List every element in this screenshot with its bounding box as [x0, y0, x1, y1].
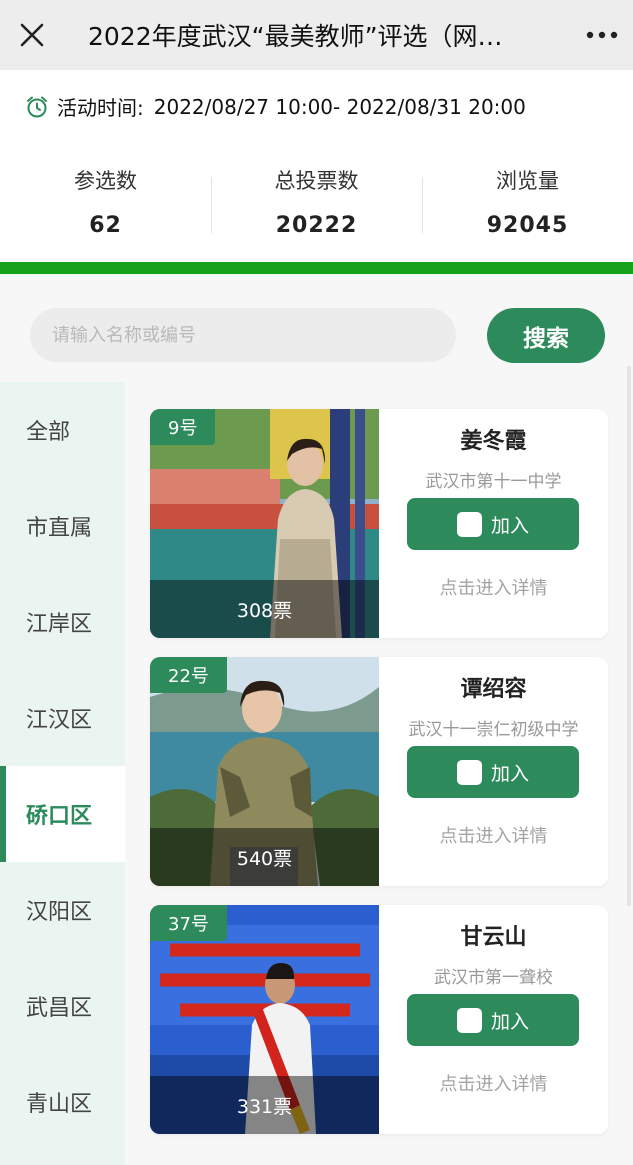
candidate-school: 武汉市第十一中学 [425, 472, 562, 492]
view-details-link[interactable]: 点击进入详情 [379, 1070, 608, 1096]
candidate-vote-count: 308票 [150, 580, 379, 638]
sidebar-item-jiangan[interactable]: 江岸区 [0, 574, 125, 670]
sidebar-item-all[interactable]: 全部 [0, 382, 125, 478]
more-menu-button[interactable] [571, 0, 633, 70]
checkbox-icon [456, 759, 482, 785]
stat-label: 参选数 [74, 169, 137, 193]
activity-time-label: 活动时间: [57, 96, 144, 120]
candidate-vote-count: 540票 [150, 828, 379, 886]
candidate-info: 姜冬霞 武汉市第十一中学 加入 点击进入详情 [379, 409, 608, 638]
join-label: 加入 [490, 1010, 529, 1033]
candidate-vote-count: 331票 [150, 1076, 379, 1134]
candidate-number-badge: 9号 [150, 409, 216, 445]
activity-time-row: 活动时间: 2022/08/27 10:00- 2022/08/31 20:00 [25, 92, 526, 121]
alarm-clock-icon [25, 95, 49, 119]
title-bar: 2022年度武汉“最美教师”评选（网… [0, 0, 633, 70]
close-button[interactable] [0, 0, 64, 70]
checkbox-icon [456, 511, 482, 537]
district-sidebar: 全部 市直属 江岸区 江汉区 硚口区 汉阳区 武昌区 青山区 [0, 382, 125, 1165]
candidate-number-badge: 37号 [150, 905, 227, 941]
candidate-card[interactable]: 22号 540票 谭绍容 武汉十一崇仁初级中学 加入 点击进入详情 [150, 657, 608, 886]
activity-header: 活动时间: 2022/08/27 10:00- 2022/08/31 20:00… [0, 70, 633, 262]
join-button[interactable]: 加入 [407, 994, 579, 1046]
sidebar-item-hanyang[interactable]: 汉阳区 [0, 862, 125, 958]
checkbox-icon [456, 1007, 482, 1033]
candidate-list: 9号 308票 姜冬霞 武汉市第十一中学 加入 点击进入详情 22号 540票 … [125, 382, 633, 1165]
sidebar-item-qiaokou[interactable]: 硚口区 [0, 766, 125, 862]
candidate-name: 甘云山 [460, 925, 527, 950]
stat-value: 62 [89, 213, 122, 238]
candidate-info: 谭绍容 武汉十一崇仁初级中学 加入 点击进入详情 [379, 657, 608, 886]
stat-label: 浏览量 [496, 169, 559, 193]
candidate-card[interactable]: 9号 308票 姜冬霞 武汉市第十一中学 加入 点击进入详情 [150, 409, 608, 638]
activity-time-value: 2022/08/27 10:00- 2022/08/31 20:00 [153, 94, 526, 119]
candidate-name: 姜冬霞 [460, 429, 527, 454]
stat-label: 总投票数 [274, 169, 359, 193]
stat-candidates: 参选数 62 [0, 165, 211, 238]
candidate-number-badge: 22号 [150, 657, 227, 693]
sidebar-item-city-direct[interactable]: 市直属 [0, 478, 125, 574]
candidate-photo[interactable]: 9号 308票 [150, 409, 379, 638]
stat-page-views: 浏览量 92045 [422, 165, 633, 238]
join-button[interactable]: 加入 [407, 498, 579, 550]
candidate-info: 甘云山 武汉市第一聋校 加入 点击进入详情 [379, 905, 608, 1134]
candidate-card[interactable]: 37号 331票 甘云山 武汉市第一聋校 加入 点击进入详情 [150, 905, 608, 1134]
join-label: 加入 [490, 514, 529, 537]
candidate-photo[interactable]: 37号 331票 [150, 905, 379, 1134]
candidate-name: 谭绍容 [460, 677, 527, 702]
join-button[interactable]: 加入 [407, 746, 579, 798]
candidate-photo[interactable]: 22号 540票 [150, 657, 379, 886]
sidebar-item-qingshan[interactable]: 青山区 [0, 1054, 125, 1150]
candidate-school: 武汉十一崇仁初级中学 [408, 720, 579, 740]
stat-value: 20222 [275, 213, 358, 238]
more-icon [586, 31, 618, 39]
search-input[interactable] [30, 308, 456, 362]
scrollbar[interactable] [627, 366, 631, 906]
stat-total-votes: 总投票数 20222 [211, 165, 422, 238]
header-divider-bar [0, 262, 633, 274]
search-button[interactable]: 搜索 [487, 308, 605, 363]
close-icon [20, 23, 44, 47]
candidate-school: 武汉市第一聋校 [434, 968, 553, 988]
join-label: 加入 [490, 762, 529, 785]
sidebar-item-jianghan[interactable]: 江汉区 [0, 670, 125, 766]
view-details-link[interactable]: 点击进入详情 [379, 574, 608, 600]
view-details-link[interactable]: 点击进入详情 [379, 822, 608, 848]
stat-value: 92045 [486, 213, 569, 238]
search-area: 搜索 [0, 274, 633, 382]
sidebar-item-wuchang[interactable]: 武昌区 [0, 958, 125, 1054]
page-title: 2022年度武汉“最美教师”评选（网… [88, 22, 503, 51]
stats-row: 参选数 62 总投票数 20222 浏览量 92045 [0, 165, 633, 238]
